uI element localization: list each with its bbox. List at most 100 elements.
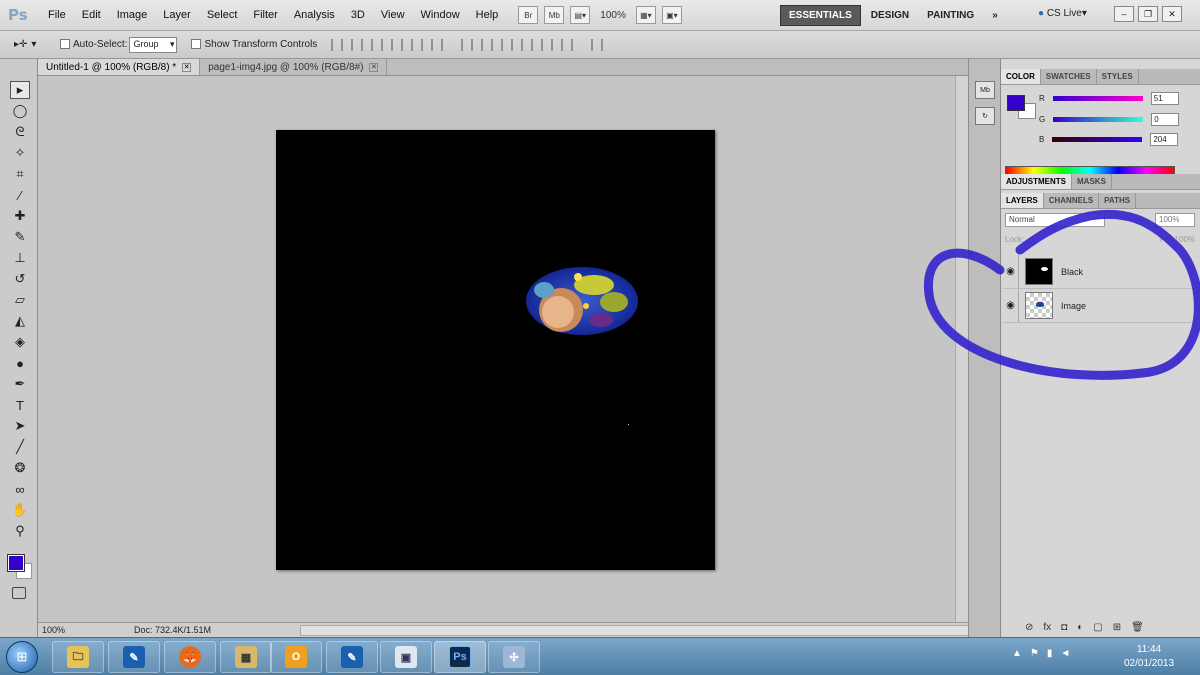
close-button[interactable]: ✕ (1162, 6, 1182, 22)
link-layers-icon[interactable]: ⊘ (1025, 622, 1033, 633)
tab-paths[interactable]: PATHS (1099, 193, 1137, 208)
horizontal-scrollbar[interactable] (300, 625, 990, 636)
view-extras-button[interactable]: ▤▾ (570, 6, 591, 24)
path-selection-tool-icon[interactable]: ➤ (10, 417, 30, 435)
mini-bridge-button[interactable]: Mb (544, 6, 565, 24)
taskbar-firefox[interactable]: 🦊 (164, 641, 216, 673)
3d-rotate-tool-icon[interactable]: ❂ (10, 459, 30, 477)
tab-styles[interactable]: STYLES (1097, 69, 1139, 84)
quick-selection-tool-icon[interactable]: ✧ (10, 144, 30, 162)
clone-stamp-tool-icon[interactable]: ⊥ (10, 249, 30, 267)
distribute-vcenter-icon[interactable] (481, 38, 494, 51)
taskbar-outlook[interactable]: O (270, 641, 322, 673)
layer-style-icon[interactable]: fx (1043, 622, 1051, 633)
layer-name[interactable]: Image (1061, 301, 1086, 311)
red-slider-track[interactable] (1052, 95, 1143, 101)
taskbar-app-6[interactable]: ✎ (326, 641, 378, 673)
menu-view[interactable]: View (373, 9, 413, 21)
zoom-tool-icon[interactable]: ⚲ (10, 522, 30, 540)
menu-analysis[interactable]: Analysis (286, 9, 343, 21)
network-icon[interactable]: ▮ (1047, 648, 1053, 659)
transform-controls-checkbox[interactable]: Show Transform Controls (191, 39, 317, 50)
taskbar-app-9[interactable]: ✣ (488, 641, 540, 673)
menu-3d[interactable]: 3D (343, 9, 373, 21)
blue-value[interactable]: 204 (1150, 132, 1179, 146)
add-mask-icon[interactable]: ◘ (1061, 622, 1067, 633)
eyedropper-tool-icon[interactable]: ⁄ (10, 186, 30, 204)
new-layer-icon[interactable]: ⊞ (1113, 622, 1121, 633)
align-vcenter-icon[interactable] (351, 38, 364, 51)
green-value[interactable]: 0 (1151, 112, 1180, 126)
auto-select-dropdown[interactable]: Group (129, 36, 178, 53)
green-slider[interactable]: G 0 (1039, 112, 1199, 126)
type-tool-icon[interactable]: T (10, 396, 30, 414)
taskbar-app-7[interactable]: ▣ (380, 641, 432, 673)
taskbar-app-2[interactable]: ✎ (108, 641, 160, 673)
align-hcenter-icon[interactable] (411, 38, 424, 51)
tab-masks[interactable]: MASKS (1072, 174, 1112, 189)
pen-tool-icon[interactable]: ✒ (10, 375, 30, 393)
align-right-icon[interactable] (431, 38, 444, 51)
auto-align-icon[interactable] (591, 38, 604, 51)
tab-layers[interactable]: LAYERS (1001, 193, 1044, 208)
arrange-documents-button[interactable]: ▦▾ (635, 6, 656, 24)
cs-live-button[interactable]: ● CS Live▾ (1038, 8, 1087, 19)
delete-layer-icon[interactable]: 🗑 (1131, 622, 1144, 633)
taskbar-photoshop[interactable]: Ps (434, 641, 486, 673)
red-slider[interactable]: R 51 (1039, 91, 1199, 105)
menu-filter[interactable]: Filter (245, 9, 285, 21)
blend-mode-dropdown[interactable]: Normal (1005, 213, 1105, 227)
menu-edit[interactable]: Edit (74, 9, 109, 21)
eye-icon[interactable]: ◉ (1003, 289, 1019, 322)
canvas-area[interactable] (38, 76, 955, 622)
menu-select[interactable]: Select (199, 9, 246, 21)
menu-window[interactable]: Window (413, 9, 468, 21)
crop-tool-icon[interactable]: ⌗ (10, 165, 30, 183)
red-value[interactable]: 51 (1150, 91, 1179, 105)
workspace-essentials[interactable]: ESSENTIALS (780, 5, 861, 26)
close-icon[interactable]: ✕ (182, 62, 192, 72)
start-button[interactable]: ⊞ (6, 641, 38, 673)
clock[interactable]: 11:44 02/01/2013 (1124, 643, 1174, 671)
eraser-tool-icon[interactable]: ▱ (10, 291, 30, 309)
taskbar-app-4[interactable]: ▦ (220, 641, 272, 673)
quick-mask-icon[interactable] (12, 587, 26, 599)
menu-file[interactable]: File (40, 9, 74, 21)
menu-image[interactable]: Image (109, 9, 156, 21)
layer-row-image[interactable]: ◉ Image (1003, 289, 1195, 323)
tool-preset-picker[interactable]: ▸✛ ▾ (14, 39, 52, 50)
fill-field[interactable]: Fill: 100% (1160, 235, 1195, 249)
paint-bucket-tool-icon[interactable]: ◭ (10, 312, 30, 330)
tab-swatches[interactable]: SWATCHES (1041, 69, 1097, 84)
mini-bridge-panel-button[interactable]: Mb (975, 81, 995, 99)
document-canvas[interactable] (276, 130, 715, 570)
distribute-bottom-icon[interactable] (501, 38, 514, 51)
distribute-hcenter-icon[interactable] (541, 38, 554, 51)
menu-layer[interactable]: Layer (155, 9, 199, 21)
opacity-field[interactable]: 100% (1155, 213, 1195, 227)
action-center-icon[interactable]: ⚑ (1030, 648, 1039, 659)
adjustment-layer-icon[interactable]: ◐ (1077, 622, 1083, 633)
eye-icon[interactable]: ◉ (1003, 255, 1019, 288)
brush-tool-icon[interactable]: ✎ (10, 228, 30, 246)
tab-page1-img4[interactable]: page1-img4.jpg @ 100% (RGB/8#) ✕ (200, 59, 388, 75)
blur-tool-icon[interactable]: ◈ (10, 333, 30, 351)
healing-brush-tool-icon[interactable]: ✚ (10, 207, 30, 225)
layer-name[interactable]: Black (1061, 267, 1083, 277)
tab-adjustments[interactable]: ADJUSTMENTS (1001, 174, 1073, 189)
distribute-right-icon[interactable] (561, 38, 574, 51)
marquee-tool-icon[interactable]: ◯ (10, 102, 30, 120)
align-bottom-icon[interactable] (371, 38, 384, 51)
history-brush-tool-icon[interactable]: ↺ (10, 270, 30, 288)
hand-tool-icon[interactable]: ✋ (10, 501, 30, 519)
layer-row-black[interactable]: ◉ Black (1003, 255, 1195, 289)
distribute-left-icon[interactable] (521, 38, 534, 51)
blue-slider-track[interactable] (1052, 136, 1143, 142)
line-tool-icon[interactable]: ╱ (10, 438, 30, 456)
minimize-button[interactable]: – (1114, 6, 1134, 22)
workspace-painting[interactable]: PAINTING (919, 6, 982, 25)
move-tool-icon[interactable]: ▸ (10, 81, 30, 99)
distribute-top-icon[interactable] (461, 38, 474, 51)
dodge-tool-icon[interactable]: ● (10, 354, 30, 372)
foreground-color-chip[interactable] (1007, 95, 1025, 111)
